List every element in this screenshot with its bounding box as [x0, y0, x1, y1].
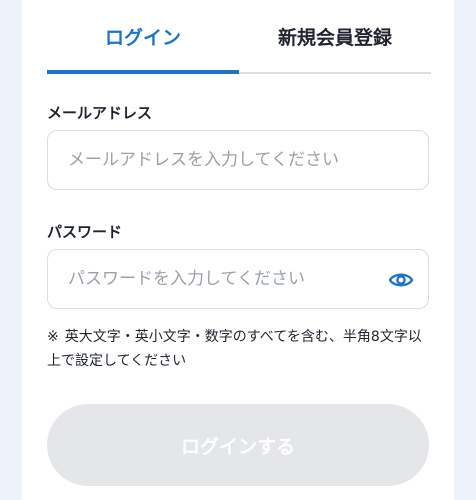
tab-login[interactable]: ログイン [47, 0, 239, 74]
tab-register[interactable]: 新規会員登録 [239, 0, 431, 72]
password-requirement-note: ※ 英大文字・英小文字・数字のすべてを含む、半角8文字以上で設定してください [47, 325, 429, 373]
eye-icon[interactable] [388, 267, 414, 293]
login-card: ログイン 新規会員登録 メールアドレス パスワード ※英大文字・英小文字・数字の… [22, 0, 454, 500]
login-submit-button[interactable]: ログインする [47, 404, 429, 486]
email-input[interactable] [48, 131, 428, 189]
password-field-container [47, 249, 429, 309]
password-input[interactable] [48, 250, 428, 308]
auth-tabs: ログイン 新規会員登録 [47, 0, 431, 74]
note-text: 英大文字・英小文字・数字のすべてを含む、半角8文字以上で設定してください [47, 329, 422, 369]
email-label: メールアドレス [47, 104, 153, 122]
email-field-container [47, 130, 429, 190]
password-label: パスワード [47, 223, 123, 241]
note-mark: ※ [47, 329, 59, 345]
